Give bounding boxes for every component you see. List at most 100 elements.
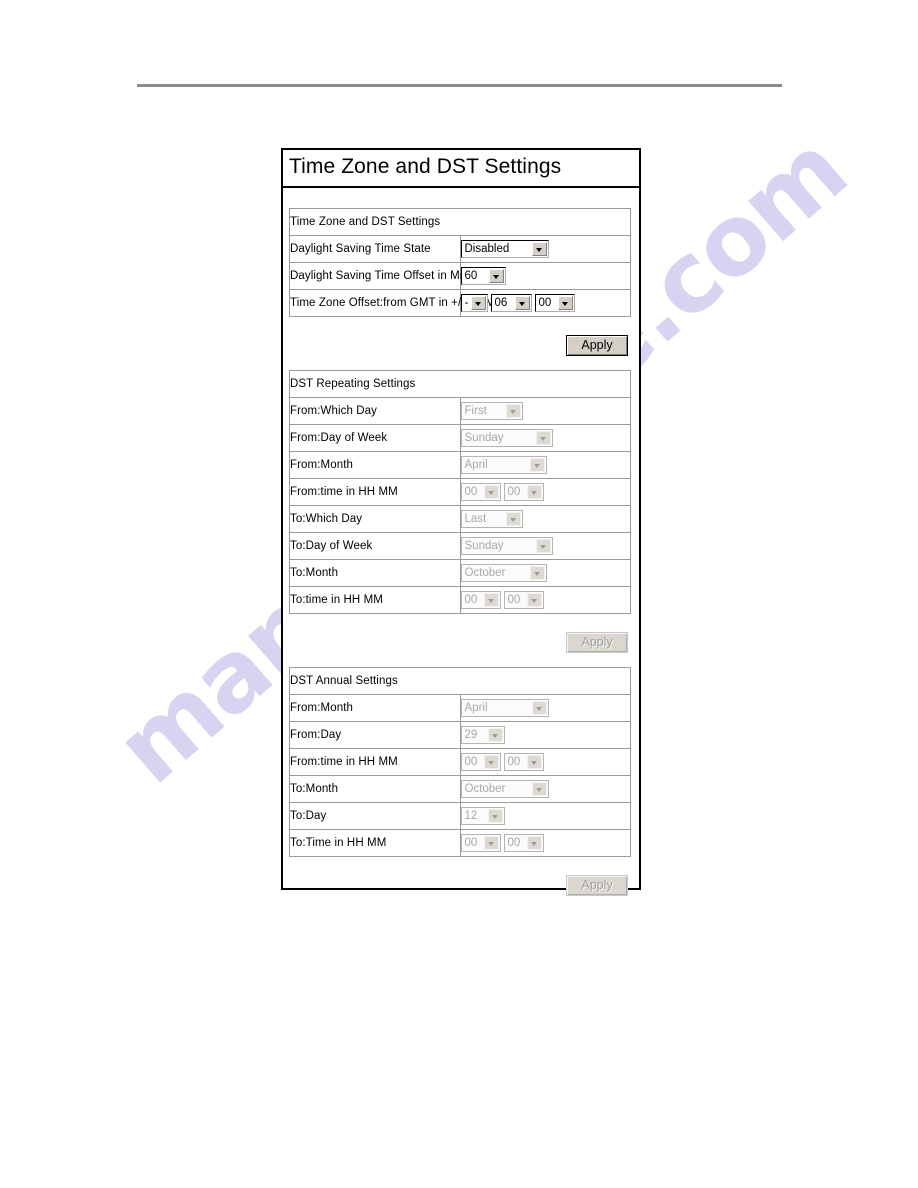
chevron-down-icon[interactable] — [526, 485, 542, 499]
dst-repeating-row-label: From:Month — [289, 451, 461, 479]
time-zone-settings-body: Time Zone and DST Settings Daylight Savin… — [289, 208, 631, 317]
dst-repeating-row-fields: 00 00 — [459, 478, 631, 506]
dst-repeating-select[interactable]: Sunday — [460, 429, 553, 447]
dst-annual-settings-body: DST Annual Settings From:Month April From:D… — [289, 667, 631, 857]
table-row: From:Month April — [289, 451, 631, 479]
time-zone-section-row: Time Zone and DST Settings — [289, 208, 631, 236]
dst-repeating-row-label: To:Day of Week — [289, 532, 461, 560]
dst-repeating-row-label: To:Month — [289, 559, 461, 587]
dst-repeating-select[interactable]: First — [460, 402, 523, 420]
chevron-down-icon[interactable] — [526, 836, 542, 850]
dst-repeating-row-label: To:Which Day — [289, 505, 461, 533]
dst-annual-section-title: DST Annual Settings — [289, 667, 631, 695]
chevron-down-icon[interactable] — [483, 485, 499, 499]
dst-repeating-row-fields: Sunday — [459, 424, 631, 452]
time-zone-select[interactable]: 06 — [490, 294, 532, 312]
chevron-down-icon[interactable] — [526, 755, 542, 769]
dst-repeating-apply-row: Apply — [289, 632, 631, 653]
table-row: Time Zone Offset:from GMT in +/-HH:MM -06… — [289, 289, 631, 317]
time-zone-row-label: Daylight Saving Time Offset in Minutes — [289, 262, 491, 290]
table-row: To:Day 12 — [289, 802, 631, 830]
chevron-down-icon[interactable] — [535, 539, 551, 553]
page-title: Time Zone and DST Settings — [289, 155, 562, 178]
dst-repeating-select[interactable]: October — [460, 564, 547, 582]
chevron-down-icon[interactable] — [526, 593, 542, 607]
table-row: To:time in HH MM 00 00 — [289, 586, 631, 614]
chevron-down-icon[interactable] — [529, 566, 545, 580]
dst-repeating-select[interactable]: Last — [460, 510, 523, 528]
dst-repeating-row-label: To:time in HH MM — [289, 586, 461, 614]
dst-annual-select[interactable]: 29 — [460, 726, 505, 744]
dst-repeating-row-fields: October — [459, 559, 631, 587]
dst-annual-apply-row: Apply — [289, 875, 631, 896]
dst-annual-row-label: From:Day — [289, 721, 461, 749]
dst-annual-row-fields: 12 — [459, 802, 631, 830]
dst-repeating-select[interactable]: 00 — [503, 483, 544, 501]
time-zone-row-fields: 60 — [459, 262, 631, 290]
dst-annual-row-label: From:time in HH MM — [289, 748, 461, 776]
chevron-down-icon[interactable] — [483, 593, 499, 607]
chevron-down-icon[interactable] — [531, 242, 547, 256]
table-row: From:time in HH MM 00 00 — [289, 748, 631, 776]
table-row: Daylight Saving Time State Disabled — [289, 235, 631, 263]
chevron-down-icon[interactable] — [483, 836, 499, 850]
table-row: To:Month October — [289, 559, 631, 587]
dst-repeating-select[interactable]: April — [460, 456, 547, 474]
table-row: From:Which Day First — [289, 397, 631, 425]
time-zone-row-fields: -06 00 — [459, 289, 631, 317]
dst-repeating-section-row: DST Repeating Settings — [289, 370, 631, 398]
time-zone-select[interactable]: - — [460, 294, 488, 312]
dst-annual-select[interactable]: 00 — [460, 753, 501, 771]
dst-repeating-select[interactable]: 00 — [503, 591, 544, 609]
dst-repeating-row-fields: April — [459, 451, 631, 479]
dst-annual-row-fields: October — [459, 775, 631, 803]
table-row: To:Day of Week Sunday — [289, 532, 631, 560]
dst-annual-select[interactable]: 12 — [460, 807, 505, 825]
chevron-down-icon[interactable] — [483, 755, 499, 769]
table-row: To:Month October — [289, 775, 631, 803]
dst-repeating-select[interactable]: 00 — [460, 591, 501, 609]
time-zone-row-label: Daylight Saving Time State — [289, 235, 461, 263]
chevron-down-icon[interactable] — [535, 431, 551, 445]
table-row: From:Month April — [289, 694, 631, 722]
dst-annual-select[interactable]: April — [460, 699, 549, 717]
chevron-down-icon[interactable] — [505, 404, 521, 418]
dst-repeating-section-title: DST Repeating Settings — [289, 370, 631, 398]
time-zone-select[interactable]: 00 — [534, 294, 575, 312]
chevron-down-icon[interactable] — [531, 701, 547, 715]
dst-annual-select[interactable]: October — [460, 780, 549, 798]
dst-annual-row-label: To:Day — [289, 802, 461, 830]
dst-repeating-row-label: From:Day of Week — [289, 424, 461, 452]
dst-repeating-settings-table: DST Repeating Settings From:Which Day Firs… — [289, 370, 631, 614]
apply-button-dst-annual[interactable]: Apply — [566, 875, 628, 896]
table-row: To:Time in HH MM 00 00 — [289, 829, 631, 857]
table-row: To:Which Day Last — [289, 505, 631, 533]
apply-button-time-zone[interactable]: Apply — [566, 335, 628, 356]
table-row: Daylight Saving Time Offset in Minutes 60 — [289, 262, 631, 290]
time-zone-select[interactable]: 60 — [460, 267, 506, 285]
time-zone-select[interactable]: Disabled — [460, 240, 549, 258]
chevron-down-icon[interactable] — [531, 782, 547, 796]
chevron-down-icon[interactable] — [487, 809, 503, 823]
dst-annual-row-fields: 00 00 — [459, 829, 631, 857]
dst-annual-select[interactable]: 00 — [460, 834, 501, 852]
chevron-down-icon[interactable] — [514, 296, 530, 310]
chevron-down-icon[interactable] — [557, 296, 573, 310]
dst-annual-row-label: To:Month — [289, 775, 461, 803]
chevron-down-icon[interactable] — [529, 458, 545, 472]
time-zone-section-title: Time Zone and DST Settings — [289, 208, 631, 236]
dst-repeating-select[interactable]: Sunday — [460, 537, 553, 555]
chevron-down-icon[interactable] — [487, 728, 503, 742]
dst-annual-select[interactable]: 00 — [503, 753, 544, 771]
chevron-down-icon[interactable] — [505, 512, 521, 526]
dst-repeating-select[interactable]: 00 — [460, 483, 501, 501]
dst-annual-select[interactable]: 00 — [503, 834, 544, 852]
chevron-down-icon[interactable] — [488, 269, 504, 283]
apply-button-dst-repeating[interactable]: Apply — [566, 632, 628, 653]
page-header-rule — [137, 84, 782, 87]
chevron-down-icon[interactable] — [470, 296, 486, 310]
panel-header: Time Zone and DST Settings — [283, 150, 639, 188]
